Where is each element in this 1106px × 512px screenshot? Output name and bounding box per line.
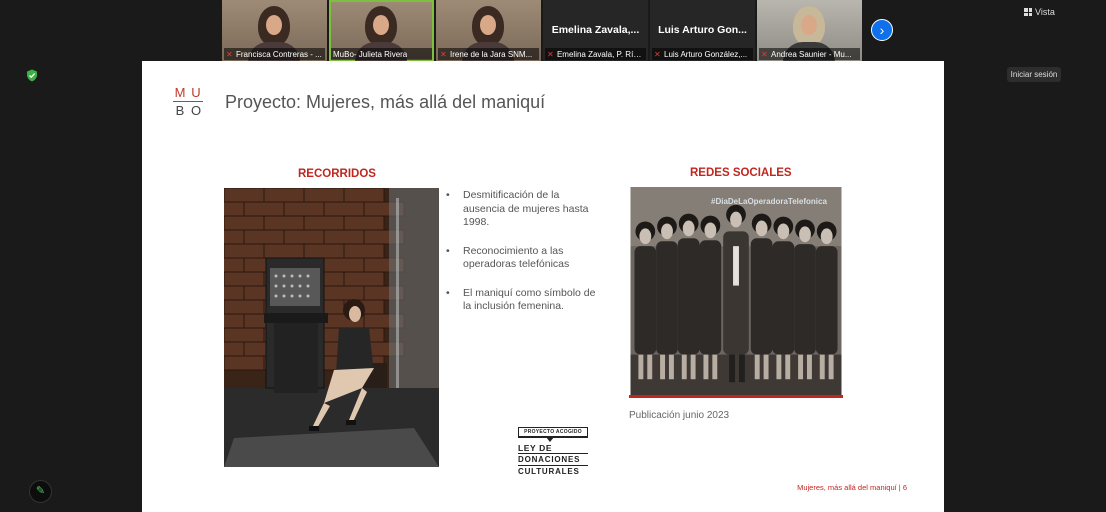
- section-title-redes-sociales: REDES SOCIALES: [690, 167, 792, 179]
- mic-muted-icon: ✕: [654, 49, 661, 59]
- participant-name: Francisca Contreras - ...: [236, 49, 322, 59]
- list-item: Reconocimiento a las operadoras telefóni…: [444, 245, 604, 272]
- publication-caption: Publicación junio 2023: [629, 410, 730, 421]
- slide-footer: Mujeres, más allá del maniquí | 6: [797, 483, 907, 492]
- mic-muted-icon: ✕: [761, 49, 768, 59]
- participant-name: Luis Arturo González,...: [664, 49, 748, 59]
- participant-video: [365, 6, 397, 46]
- participant-video: [793, 6, 825, 46]
- participant-video: [472, 6, 504, 46]
- shared-slide: M U B O Proyecto: Mujeres, más allá del …: [142, 61, 944, 512]
- ley-donaciones-logo: PROYECTO ACOGIDO LEY DE DONACIONES CULTU…: [518, 427, 588, 491]
- mubo-logo: M U B O: [173, 85, 203, 118]
- slide-title: Proyecto: Mujeres, más allá del maniquí: [225, 92, 546, 112]
- hashtag-overlay: #DiaDeLaOperadoraTelefonica: [711, 197, 827, 206]
- signin-button[interactable]: Iniciar sesión: [1007, 67, 1061, 82]
- participant-strip: ✕ Francisca Contreras - ... MuBo- Juliet…: [222, 0, 862, 61]
- grid-icon: [1024, 8, 1032, 16]
- participant-tile[interactable]: ✕ Irene de la Jara SNM...: [436, 0, 541, 61]
- mic-muted-icon: ✕: [226, 49, 233, 59]
- list-item: Desmitificación de la ausencia de mujere…: [444, 189, 604, 230]
- zoom-meeting-window: ✕ Francisca Contreras - ... MuBo- Juliet…: [0, 0, 1106, 512]
- section-title-recorridos: RECORRIDOS: [298, 168, 376, 180]
- social-media-photo: [629, 187, 843, 398]
- view-button[interactable]: Vista: [1024, 5, 1055, 19]
- shield-icon[interactable]: [26, 69, 38, 82]
- participant-display-name: Luis Arturo Gon...: [658, 24, 747, 36]
- chevron-right-icon[interactable]: ›: [871, 19, 893, 41]
- participant-tile[interactable]: ✕ Francisca Contreras - ...: [222, 0, 327, 61]
- participant-video: [258, 6, 290, 46]
- participant-name: Irene de la Jara SNM...: [450, 49, 533, 59]
- participant-tile[interactable]: ✕ Andrea Saunier - Mu...: [757, 0, 862, 61]
- participant-tile[interactable]: Luis Arturo Gon... ✕ Luis Arturo Gonzále…: [650, 0, 755, 61]
- participant-display-name: Emelina Zavala,...: [551, 24, 640, 36]
- participant-tile-active-speaker[interactable]: MuBo- Julieta Rivera: [329, 0, 434, 61]
- exhibit-photo: [224, 188, 439, 467]
- mic-muted-icon: ✕: [440, 49, 447, 59]
- participant-name: MuBo- Julieta Rivera: [333, 49, 408, 59]
- bullet-list: Desmitificación de la ausencia de mujere…: [444, 189, 604, 329]
- view-label: Vista: [1035, 7, 1055, 17]
- participant-tile[interactable]: Emelina Zavala,... ✕ Emelina Zavala, P. …: [543, 0, 648, 61]
- mic-muted-icon: ✕: [547, 49, 554, 59]
- list-item: El maniquí como símbolo de la inclusión …: [444, 287, 604, 314]
- pencil-icon[interactable]: ✎: [29, 480, 52, 503]
- participant-name: Emelina Zavala, P. Río...: [556, 49, 644, 59]
- participant-name: Andrea Saunier - Mu...: [771, 49, 852, 59]
